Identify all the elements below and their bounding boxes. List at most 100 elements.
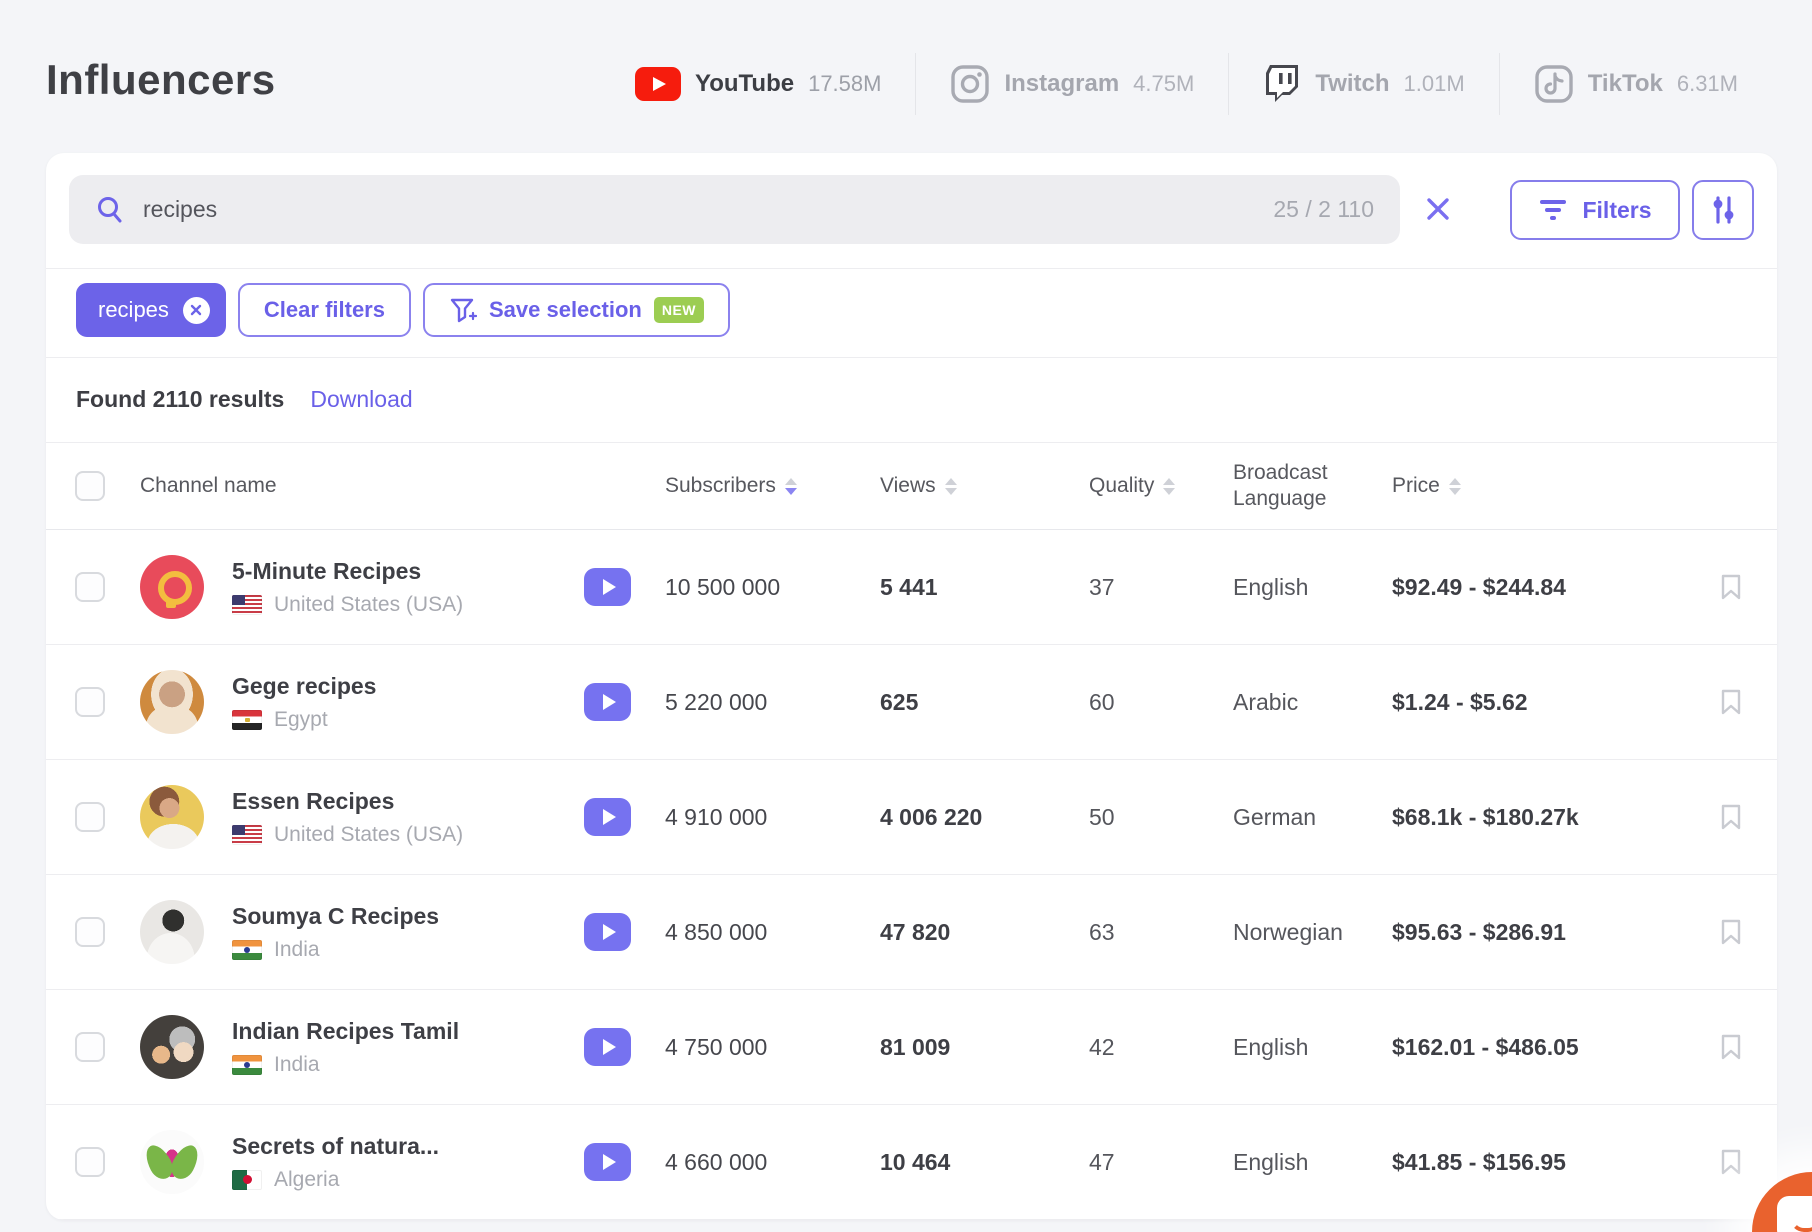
sort-icon (1163, 477, 1176, 495)
tab-instagram[interactable]: Instagram 4.75M (916, 64, 1228, 104)
youtube-play-button[interactable] (584, 683, 631, 721)
tab-youtube[interactable]: YouTube 17.58M (601, 67, 915, 101)
channel-name[interactable]: Secrets of natura... (232, 1133, 584, 1160)
column-header-channel: Channel name (140, 474, 277, 497)
funnel-plus-icon (450, 298, 477, 323)
bookmark-icon[interactable] (1720, 573, 1777, 601)
country-name: United States (USA) (274, 592, 464, 616)
results-card: 25 / 2 110 Filters recipes Clear filters (46, 153, 1777, 1220)
country-flag-icon (232, 824, 262, 845)
row-checkbox[interactable] (75, 572, 105, 602)
tab-count: 6.31M (1676, 71, 1738, 96)
select-all-checkbox[interactable] (75, 471, 105, 501)
country-name: Egypt (274, 707, 328, 731)
youtube-play-button[interactable] (584, 913, 631, 951)
active-filters-row: recipes Clear filters Save selection NEW (76, 283, 731, 337)
column-header-quality[interactable]: Quality (1089, 474, 1233, 498)
quality-value: 37 (1089, 573, 1115, 600)
table-row[interactable]: Gege recipes Egypt 5 220 000 625 60 Arab… (46, 645, 1777, 760)
bookmark-icon[interactable] (1720, 1148, 1777, 1176)
download-link[interactable]: Download (310, 386, 412, 413)
subscribers-value: 10 500 000 (665, 573, 781, 600)
language-value: Norwegian (1233, 918, 1343, 945)
sort-icon (784, 477, 797, 495)
table-row[interactable]: Indian Recipes Tamil India 4 750 000 81 … (46, 990, 1777, 1105)
close-icon (1427, 198, 1449, 220)
sliders-icon (1713, 196, 1734, 224)
search-bar: 25 / 2 110 (69, 175, 1400, 244)
quality-value: 60 (1089, 688, 1115, 715)
bookmark-icon[interactable] (1720, 1033, 1777, 1061)
subscribers-value: 4 750 000 (665, 1033, 768, 1060)
row-checkbox[interactable] (75, 1032, 105, 1062)
channel-avatar (140, 670, 204, 734)
row-checkbox[interactable] (75, 687, 105, 717)
remove-chip-icon[interactable] (182, 296, 210, 324)
channel-name[interactable]: Indian Recipes Tamil (232, 1018, 584, 1045)
price-value: $162.01 - $486.05 (1392, 1033, 1579, 1060)
channel-name[interactable]: 5-Minute Recipes (232, 558, 584, 585)
subscribers-value: 4 910 000 (665, 803, 768, 830)
bookmark-icon[interactable] (1720, 803, 1777, 831)
results-summary-row: Found 2110 results Download (76, 386, 413, 413)
language-value: English (1233, 573, 1309, 600)
tab-tiktok[interactable]: TikTok 6.31M (1500, 64, 1772, 104)
results-summary: Found 2110 results (76, 386, 285, 412)
channel-name[interactable]: Soumya C Recipes (232, 903, 584, 930)
filters-label: Filters (1582, 196, 1652, 223)
country-flag-icon (232, 1054, 262, 1075)
channel-avatar (140, 1130, 204, 1194)
column-header-subscribers[interactable]: Subscribers (665, 474, 880, 498)
page-title: Influencers (46, 56, 276, 103)
table-row[interactable]: Secrets of natura... Algeria 4 660 000 1… (46, 1105, 1777, 1220)
views-value: 47 820 (880, 918, 951, 945)
channel-name[interactable]: Essen Recipes (232, 788, 584, 815)
price-value: $92.49 - $244.84 (1392, 573, 1566, 600)
twitch-icon (1266, 65, 1299, 102)
table-row[interactable]: Essen Recipes United States (USA) 4 910 … (46, 760, 1777, 875)
column-header-price[interactable]: Price (1392, 474, 1720, 498)
subscribers-value: 4 850 000 (665, 918, 768, 945)
subscribers-value: 4 660 000 (665, 1148, 768, 1175)
platform-tabs: YouTube 17.58M Instagram 4.75M Twitch 1.… (601, 44, 1772, 124)
country-flag-icon (232, 709, 262, 730)
column-header-language: Broadcast Language (1233, 460, 1328, 510)
clear-filters-button[interactable]: Clear filters (237, 283, 411, 337)
price-value: $95.63 - $286.91 (1392, 918, 1566, 945)
row-checkbox[interactable] (75, 802, 105, 832)
youtube-play-button[interactable] (584, 568, 631, 606)
youtube-play-button[interactable] (584, 1143, 631, 1181)
filter-chip-recipes[interactable]: recipes (76, 283, 226, 337)
search-settings-button[interactable] (1692, 180, 1754, 240)
new-badge: NEW (653, 297, 705, 323)
table-row[interactable]: Soumya C Recipes India 4 850 000 47 820 … (46, 875, 1777, 990)
bookmark-icon[interactable] (1720, 918, 1777, 946)
clear-search-button[interactable] (1420, 191, 1456, 227)
country-name: India (274, 1052, 320, 1076)
column-header-views[interactable]: Views (880, 474, 1089, 498)
youtube-play-button[interactable] (584, 798, 631, 836)
views-value: 625 (880, 688, 919, 715)
channel-name[interactable]: Gege recipes (232, 673, 584, 700)
row-checkbox[interactable] (75, 1147, 105, 1177)
instagram-icon (951, 65, 990, 103)
search-result-counter: 25 / 2 110 (1273, 196, 1374, 222)
tab-count: 1.01M (1403, 71, 1465, 96)
quality-value: 63 (1089, 918, 1115, 945)
divider (46, 268, 1777, 269)
subscribers-value: 5 220 000 (665, 688, 768, 715)
divider (46, 357, 1777, 358)
save-selection-label: Save selection (488, 297, 642, 322)
youtube-play-button[interactable] (584, 1028, 631, 1066)
row-checkbox[interactable] (75, 917, 105, 947)
tab-label: TikTok (1587, 70, 1663, 97)
bookmark-icon[interactable] (1720, 688, 1777, 716)
table-row[interactable]: 5-Minute Recipes United States (USA) 10 … (46, 530, 1777, 645)
tab-count: 4.75M (1133, 71, 1195, 96)
influencers-page: Influencers YouTube 17.58M Instagram 4.7… (0, 0, 1812, 1232)
filters-button[interactable]: Filters (1510, 180, 1680, 240)
search-input[interactable] (143, 196, 1256, 223)
save-selection-button[interactable]: Save selection NEW (422, 283, 731, 337)
tab-twitch[interactable]: Twitch 1.01M (1229, 63, 1498, 105)
tab-label: Twitch (1315, 70, 1390, 97)
